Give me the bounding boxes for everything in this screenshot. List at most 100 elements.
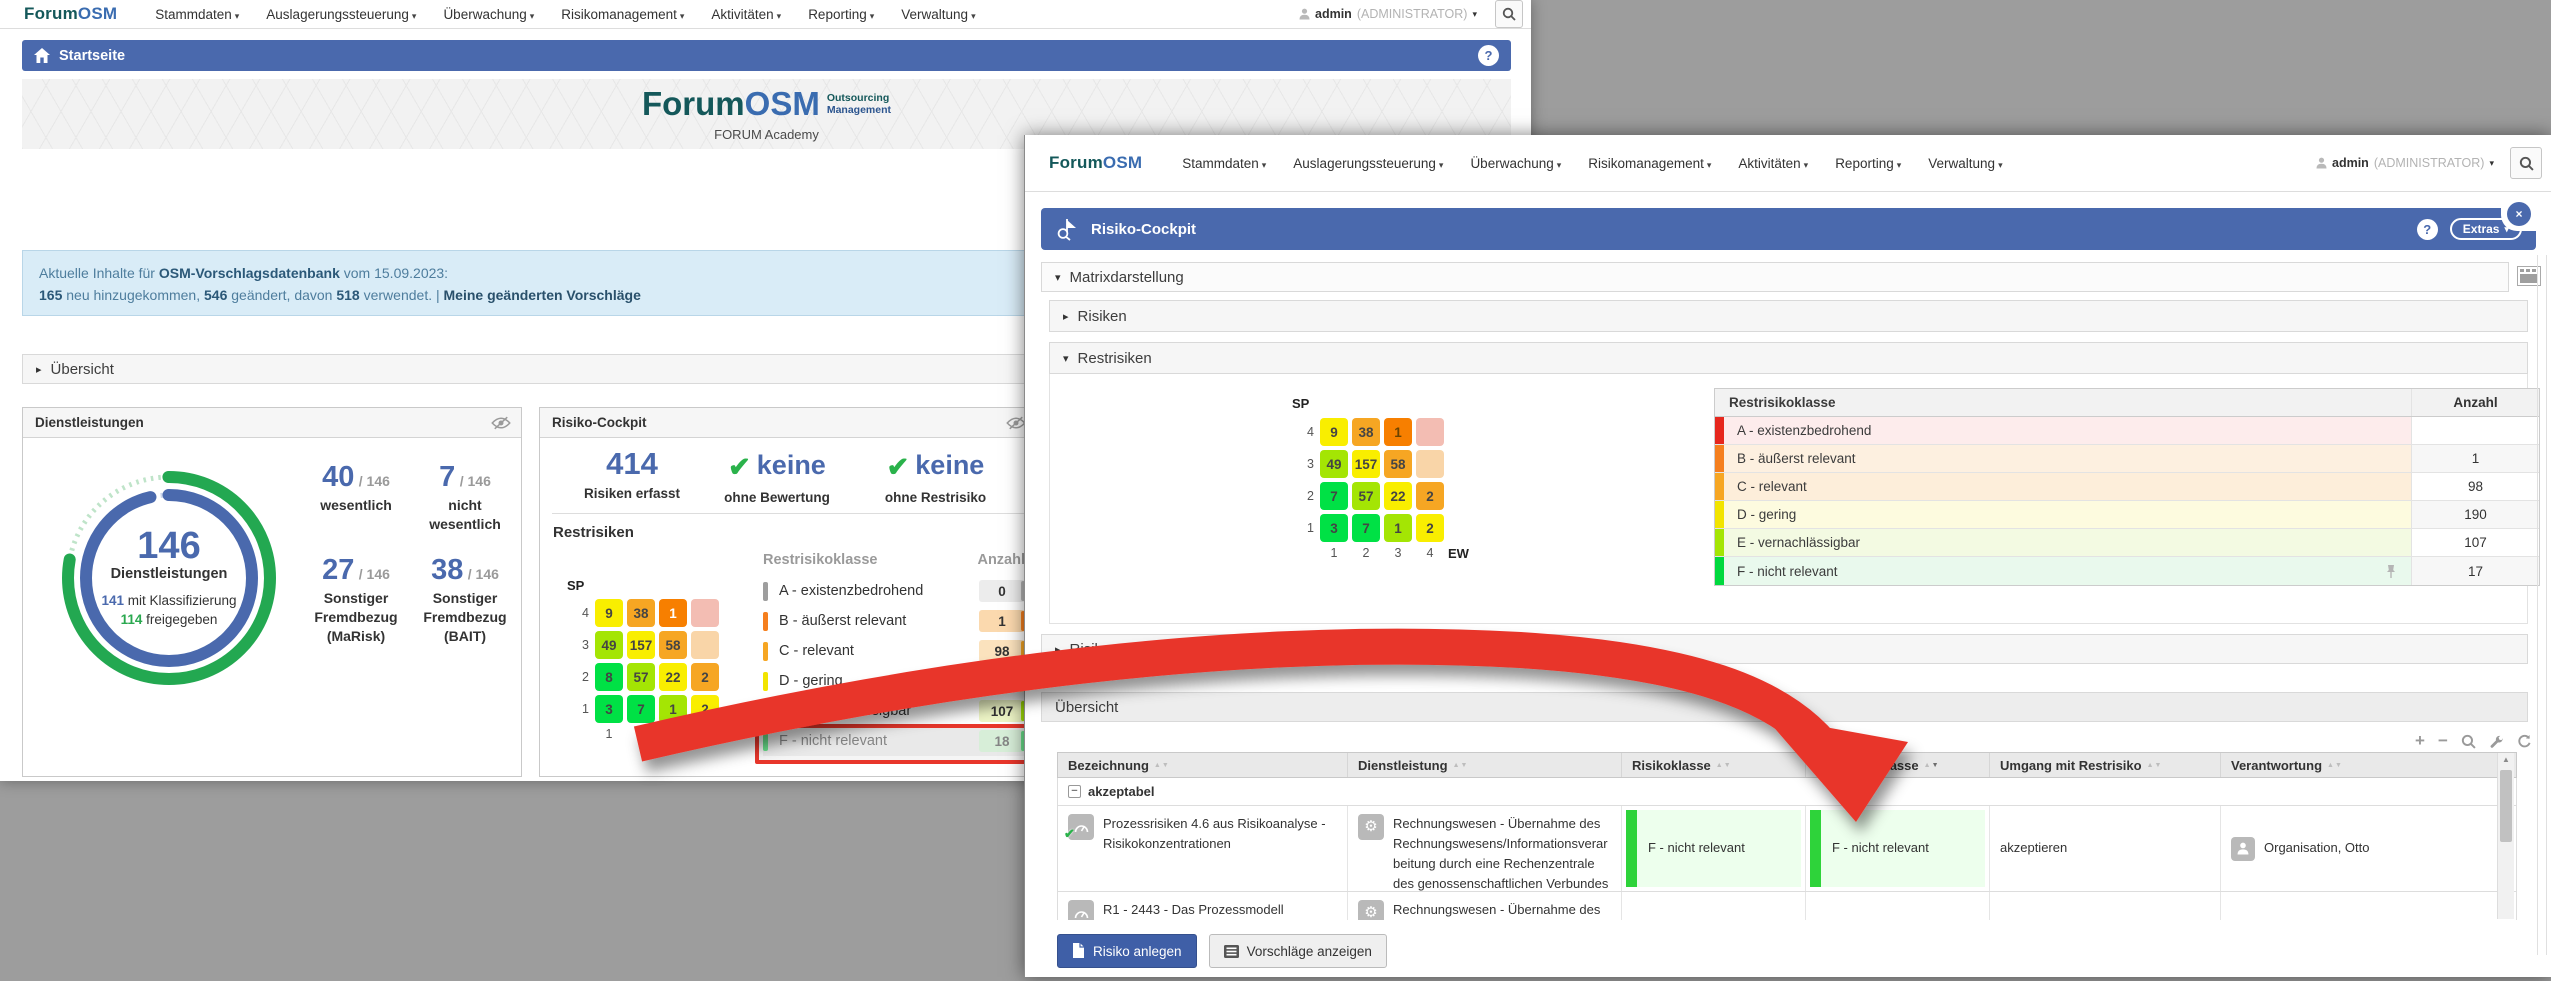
matrix-cell[interactable]: 22 <box>659 663 687 691</box>
class-table-count-header[interactable]: Anzahl <box>2411 389 2539 416</box>
search-button[interactable] <box>2510 147 2542 179</box>
table-scrollbar[interactable]: ▲ <box>2497 753 2514 919</box>
matrix-cell[interactable]: 7 <box>627 695 655 723</box>
app-logo[interactable]: ForumOSM <box>24 4 117 24</box>
uebersicht-section-bar[interactable]: Übersicht <box>1041 692 2528 722</box>
collapse-group-icon[interactable]: − <box>1068 785 1081 798</box>
class-row-c[interactable]: C - relevant 98 <box>1715 473 2539 501</box>
help-button[interactable]: ? <box>2417 219 2438 240</box>
class-row-b[interactable]: B - äußerst relevant 1 <box>1715 445 2539 473</box>
legend-row-c[interactable]: C - relevant 98 <box>763 636 1025 666</box>
col-header-umgang[interactable]: Umgang mit Restrisiko▲▼ <box>1990 753 2221 777</box>
matrix-cell[interactable]: 22 <box>1384 482 1412 510</box>
news-db-link[interactable]: OSM-Vorschlagsdatenbank <box>159 265 340 281</box>
col-header-restrisikoklasse[interactable]: Restrisikoklasse▲▼ <box>1806 753 1990 777</box>
user-menu[interactable]: admin(ADMINISTRATOR) ▾ <box>1299 7 1477 21</box>
matrix-cell[interactable]: 2 <box>691 663 719 691</box>
home-icon[interactable] <box>34 48 50 63</box>
matrix-cell[interactable] <box>691 599 719 627</box>
matrix-cell[interactable]: 1 <box>659 599 687 627</box>
class-row-f[interactable]: F - nicht relevant 17 <box>1715 557 2539 585</box>
risiken-collapsible[interactable]: ▸ Risiken <box>1049 300 2528 332</box>
search-button[interactable] <box>1495 0 1523 28</box>
legend-row-d[interactable]: D - gering 190 <box>763 666 1025 696</box>
refresh-icon[interactable] <box>2517 734 2532 749</box>
nav-item-stammdaten[interactable]: Stammdaten▾ <box>1182 156 1266 171</box>
app-logo[interactable]: ForumOSM <box>1049 153 1142 173</box>
expand-all-icon[interactable]: + <box>2415 731 2425 751</box>
legend-row-a[interactable]: A - existenzbedrohend 0 <box>763 576 1025 606</box>
matrix-cell[interactable]: 1 <box>1384 418 1412 446</box>
matrix-cell[interactable]: 2 <box>1416 514 1444 542</box>
nav-item-verwaltung[interactable]: Verwaltung▾ <box>901 7 975 22</box>
matrix-cell[interactable]: 3 <box>595 695 623 723</box>
matrix-cell[interactable]: 157 <box>627 631 655 659</box>
hide-widget-icon[interactable] <box>491 416 511 430</box>
nav-item-ueberwachung[interactable]: Überwachung▾ <box>443 7 534 22</box>
class-row-a[interactable]: A - existenzbedrohend <box>1715 417 2539 445</box>
group-row-akzeptabel[interactable]: − akzeptabel <box>1057 778 2517 806</box>
legend-row-e[interactable]: E - vernachlässigbar 107 <box>763 696 1025 726</box>
risiko-anlegen-button[interactable]: Risiko anlegen <box>1057 934 1197 968</box>
settings-wrench-icon[interactable] <box>2489 734 2504 749</box>
nav-item-verwaltung[interactable]: Verwaltung▾ <box>1928 156 2002 171</box>
risk-row-2[interactable]: R1 - 2443 - Das Prozessmodell unterstütz… <box>1057 892 2517 920</box>
nav-item-auslagerungssteuerung[interactable]: Auslagerungssteuerung▾ <box>1293 156 1443 171</box>
matrix-cell[interactable]: 57 <box>627 663 655 691</box>
matrix-cell[interactable]: 9 <box>595 599 623 627</box>
restrisiken-collapsible[interactable]: ▾ Restrisiken <box>1049 342 2528 374</box>
abweichend-collapsible[interactable]: ▸ Risiken mit abweichendem Bewertungssch… <box>1041 634 2528 664</box>
nav-item-aktivitaeten[interactable]: Aktivitäten▾ <box>1738 156 1808 171</box>
class-row-d[interactable]: D - gering 190 <box>1715 501 2539 529</box>
matrixdarstellung-collapsible[interactable]: ▾ Matrixdarstellung <box>1041 262 2509 292</box>
col-header-risikoklasse[interactable]: Risikoklasse▲▼ <box>1622 753 1806 777</box>
user-menu[interactable]: admin(ADMINISTRATOR) ▾ <box>2316 156 2494 170</box>
matrix-cell[interactable]: 7 <box>1320 482 1348 510</box>
matrix-cell[interactable]: 57 <box>1352 482 1380 510</box>
matrix-cell[interactable]: 49 <box>1320 450 1348 478</box>
nav-item-auslagerungssteuerung[interactable]: Auslagerungssteuerung▾ <box>266 7 416 22</box>
matrix-cell[interactable]: 49 <box>595 631 623 659</box>
hide-widget-icon[interactable] <box>1006 416 1026 430</box>
vorschlaege-anzeigen-button[interactable]: Vorschläge anzeigen <box>1209 934 1387 968</box>
risk-row-1[interactable]: ✔ Prozessrisiken 4.6 aus Risikoanalyse -… <box>1057 806 2517 892</box>
matrix-cell[interactable]: 3 <box>1320 514 1348 542</box>
help-button[interactable]: ? <box>1478 45 1499 66</box>
scroll-up-icon[interactable]: ▲ <box>2498 753 2514 767</box>
matrix-cell[interactable]: 58 <box>659 631 687 659</box>
nav-item-reporting[interactable]: Reporting▾ <box>1835 156 1901 171</box>
nav-item-ueberwachung[interactable]: Überwachung▾ <box>1470 156 1561 171</box>
matrix-cell[interactable] <box>1416 418 1444 446</box>
matrix-cell[interactable]: 1 <box>659 695 687 723</box>
nav-item-risikomanagement[interactable]: Risikomanagement▾ <box>1588 156 1711 171</box>
collapse-all-icon[interactable]: − <box>2438 731 2448 751</box>
matrix-cell[interactable]: 9 <box>1320 418 1348 446</box>
changed-suggestions-link[interactable]: Meine geänderten Vorschläge <box>444 287 641 303</box>
matrix-cell[interactable]: 38 <box>1352 418 1380 446</box>
matrix-cell[interactable] <box>691 631 719 659</box>
matrix-cell[interactable]: 2 <box>691 695 719 723</box>
matrix-cell[interactable]: 2 <box>1416 482 1444 510</box>
matrix-cell[interactable]: 157 <box>1352 450 1380 478</box>
matrix-cell[interactable] <box>1416 450 1444 478</box>
col-header-verantwortung[interactable]: Verantwortung▲▼ <box>2221 753 2516 777</box>
nav-item-aktivitaeten[interactable]: Aktivitäten▾ <box>711 7 781 22</box>
nav-item-risikomanagement[interactable]: Risikomanagement▾ <box>561 7 684 22</box>
scrollbar-thumb[interactable] <box>2500 770 2512 842</box>
matrix-cell[interactable]: 38 <box>627 599 655 627</box>
matrix-cell[interactable]: 7 <box>1352 514 1380 542</box>
col-header-dienstleistung[interactable]: Dienstleistung▲▼ <box>1348 753 1622 777</box>
class-row-e[interactable]: E - vernachlässigbar 107 <box>1715 529 2539 557</box>
matrix-cell[interactable]: 8 <box>595 663 623 691</box>
col-header-bezeichnung[interactable]: Bezeichnung▲▼ <box>1058 753 1348 777</box>
nav-item-stammdaten[interactable]: Stammdaten▾ <box>155 7 239 22</box>
pin-icon[interactable] <box>2385 564 2397 579</box>
close-button[interactable]: × <box>2507 202 2531 226</box>
class-table-header[interactable]: Restrisikoklasse <box>1715 389 2411 416</box>
matrix-cell[interactable]: 58 <box>1384 450 1412 478</box>
legend-row-b[interactable]: B - äußerst relevant 1 <box>763 606 1025 636</box>
matrix-cell[interactable]: 1 <box>1384 514 1412 542</box>
window-scroll-gutter[interactable] <box>2537 255 2547 955</box>
nav-item-reporting[interactable]: Reporting▾ <box>808 7 874 22</box>
search-icon[interactable] <box>2461 734 2476 749</box>
